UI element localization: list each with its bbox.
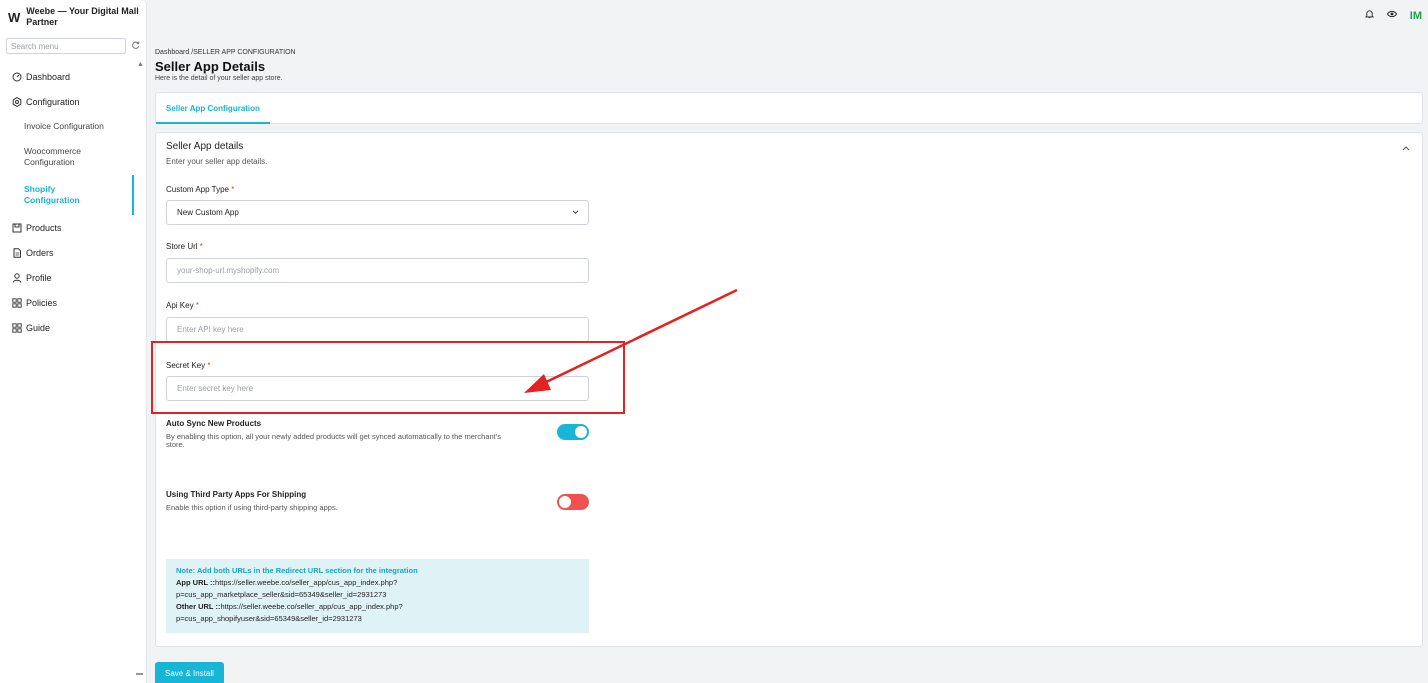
required-mark: * — [195, 301, 199, 310]
custom-app-type-label: Custom App Type * — [166, 185, 234, 194]
grid-icon — [11, 322, 22, 333]
other-url-label: Other URL :: — [176, 602, 221, 611]
label-text: Custom App Type — [166, 185, 229, 194]
avatar[interactable]: IM — [1410, 10, 1422, 22]
note-title: Note: Add both URLs in the Redirect URL … — [176, 566, 418, 575]
refresh-icon[interactable] — [132, 41, 140, 51]
section-subtitle: Enter your seller app details. — [166, 157, 268, 166]
sidebar-item-profile[interactable]: Profile — [0, 265, 146, 290]
sidebar-item-label: Guide — [26, 322, 51, 333]
auto-sync-description: By enabling this option, all your newly … — [166, 432, 501, 449]
grid-icon — [11, 297, 22, 308]
sidebar-subitem-woocommerce[interactable]: Woocommerce Configuration — [0, 139, 100, 175]
other-url-continued: p=cus_app_shopifyuser&sid=65349&seller_i… — [176, 614, 362, 623]
document-icon — [11, 247, 22, 258]
seller-app-form-card: Seller App details Enter your seller app… — [155, 132, 1423, 647]
eye-icon[interactable] — [1386, 10, 1397, 21]
sidebar-item-label: Orders — [26, 247, 54, 258]
sidebar-item-label: Configuration — [26, 96, 80, 107]
api-key-input[interactable] — [166, 317, 589, 342]
required-mark: * — [231, 185, 235, 194]
custom-app-type-select[interactable]: New Custom App — [166, 200, 589, 225]
label-text: Secret Key — [166, 361, 206, 370]
auto-sync-title: Auto Sync New Products — [166, 419, 262, 428]
app-url-line: App URL ::https://seller.weebe.co/seller… — [176, 577, 579, 589]
dashboard-icon — [11, 71, 22, 82]
user-icon — [11, 272, 22, 283]
app-url-value: https://seller.weebe.co/seller_app/cus_a… — [215, 578, 398, 587]
api-key-label: Api Key * — [166, 301, 199, 310]
sidebar-item-label: Profile — [26, 272, 52, 283]
sidebar-subitem-shopify[interactable]: Shopify Configuration — [0, 175, 134, 215]
sidebar-item-label: Products — [26, 222, 62, 233]
sidebar-item-label: Policies — [26, 297, 58, 308]
toggle-knob — [559, 496, 571, 508]
brand-name: Weebe — Your Digital Mall Partner — [26, 6, 139, 27]
other-url-line: Other URL ::https://seller.weebe.co/sell… — [176, 601, 579, 613]
breadcrumb: Dashboard /SELLER APP CONFIGURATION — [155, 49, 296, 56]
store-url-label: Store Url * — [166, 242, 203, 251]
sidebar-item-products[interactable]: Products — [0, 215, 146, 240]
section-title: Seller App details — [166, 141, 244, 152]
sidebar-item-orders[interactable]: Orders — [0, 240, 146, 265]
page-title: Seller App Details — [155, 59, 266, 74]
third-party-shipping-title: Using Third Party Apps For Shipping — [166, 490, 307, 499]
store-url-input[interactable] — [166, 258, 589, 283]
sidebar-item-guide[interactable]: Guide — [0, 315, 146, 340]
secret-key-label: Secret Key * — [166, 361, 211, 370]
third-party-shipping-description: Enable this option if using third-party … — [166, 503, 338, 512]
gear-icon — [11, 96, 22, 107]
third-party-shipping-toggle[interactable] — [557, 494, 589, 510]
topbar: IM — [147, 0, 1428, 34]
sidebar-subitem-invoice[interactable]: Invoice Configuration — [0, 114, 146, 139]
search-menu-input[interactable] — [6, 38, 126, 54]
bell-icon[interactable] — [1364, 9, 1375, 22]
brand: W Weebe — Your Digital Mall Partner — [0, 0, 146, 34]
brand-logo: W — [8, 10, 21, 25]
search-row — [6, 38, 146, 54]
sidebar-item-label: Dashboard — [26, 71, 71, 82]
sidebar-item-configuration[interactable]: Configuration — [0, 89, 146, 114]
auto-sync-toggle[interactable] — [557, 424, 589, 440]
tabs-bar: Seller App Configuration — [155, 92, 1423, 124]
sidebar: W Weebe — Your Digital Mall Partner ▲ Da… — [0, 0, 147, 683]
sidebar-nav: Dashboard Configuration Invoice Configur… — [0, 64, 146, 340]
save-install-button[interactable]: Save & Install — [155, 662, 224, 683]
toggle-knob — [575, 426, 587, 438]
sidebar-item-dashboard[interactable]: Dashboard — [0, 64, 146, 89]
redirect-url-note: Note: Add both URLs in the Redirect URL … — [166, 559, 589, 633]
app-url-label: App URL :: — [176, 578, 216, 587]
required-mark: * — [207, 361, 211, 370]
other-url-value: https://seller.weebe.co/seller_app/cus_a… — [220, 602, 403, 611]
select-value: New Custom App — [177, 208, 239, 217]
sidebar-item-policies[interactable]: Policies — [0, 290, 146, 315]
topbar-icons: IM — [1364, 9, 1422, 22]
scroll-down-indicator[interactable] — [136, 673, 143, 675]
scroll-up-icon[interactable]: ▲ — [137, 61, 144, 68]
chevron-up-icon[interactable] — [1402, 143, 1410, 153]
tab-seller-app-configuration[interactable]: Seller App Configuration — [156, 93, 270, 124]
secret-key-input[interactable] — [166, 376, 589, 401]
app-url-continued: p=cus_app_marketplace_seller&sid=65349&s… — [176, 590, 387, 599]
label-text: Api Key — [166, 301, 194, 310]
required-mark: * — [199, 242, 203, 251]
products-icon — [11, 222, 22, 233]
main-content: Dashboard /SELLER APP CONFIGURATION Sell… — [155, 47, 1423, 683]
page-subtitle: Here is the detail of your seller app st… — [155, 75, 283, 82]
label-text: Store Url — [166, 242, 198, 251]
chevron-down-icon — [572, 208, 579, 217]
